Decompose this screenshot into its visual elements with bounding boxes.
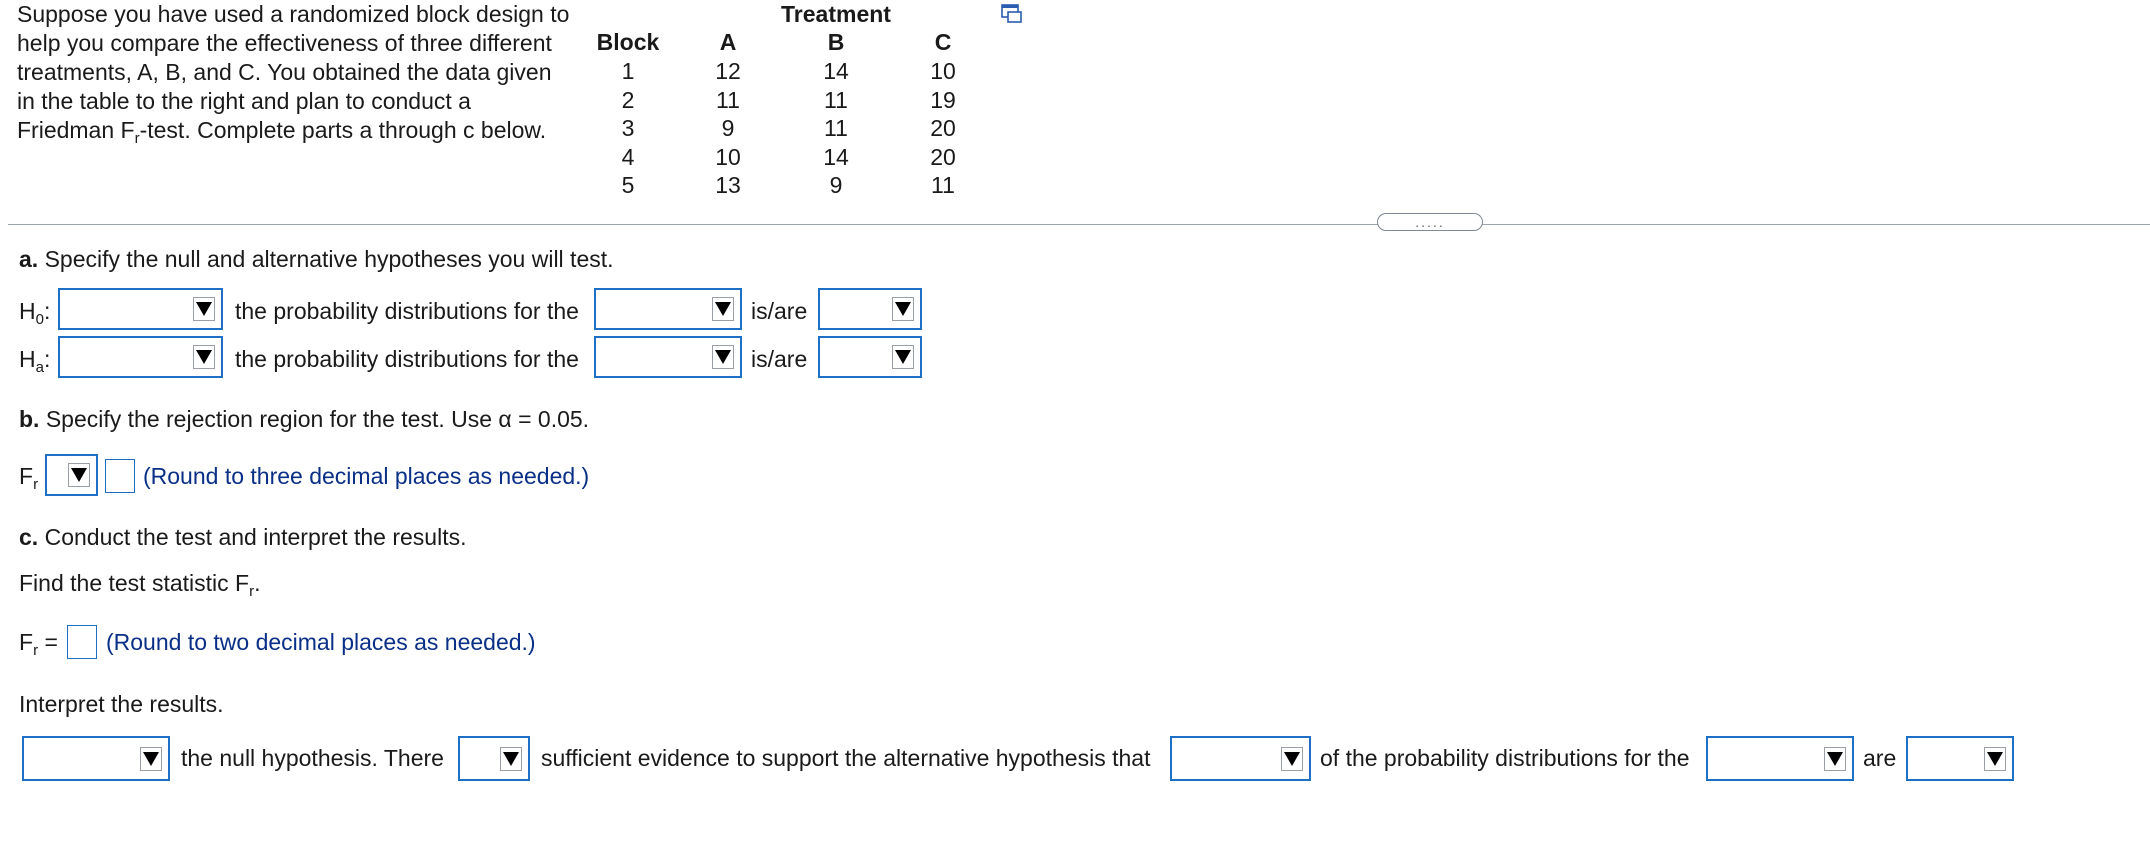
fr-equals-label: Fr =: [19, 628, 58, 659]
table-cell-c: 11: [931, 172, 955, 198]
part-a-label: a.: [19, 246, 39, 272]
part-c-label: c.: [19, 524, 39, 550]
part-b-fr-symbol: F: [19, 463, 34, 489]
triangle-down-icon: [1281, 746, 1303, 771]
table-cell-block: 4: [621, 144, 635, 170]
table-cell-a: 11: [716, 87, 740, 113]
ha-label: Ha:: [19, 345, 51, 376]
table-cell-c: 10: [930, 58, 956, 84]
table-cell-b: 14: [823, 58, 849, 84]
section-divider: [8, 224, 2150, 225]
table-cell-c: 20: [930, 144, 956, 170]
part-b-label: b.: [19, 406, 40, 432]
triangle-down-icon: [892, 297, 914, 321]
table-cell-block: 3: [621, 115, 635, 141]
conclusion-subject-dropdown[interactable]: [1706, 736, 1854, 781]
triangle-down-icon: [68, 463, 90, 487]
data-table: Treatment Block A B C 1 12 14 10 2 11 11…: [0, 0, 1000, 200]
h0-subject-dropdown[interactable]: [594, 288, 742, 330]
triangle-down-icon: [712, 297, 734, 321]
sentence-part-1: the null hypothesis. There: [181, 745, 444, 771]
h0-quantifier-dropdown[interactable]: [58, 288, 223, 330]
ha-subject-dropdown[interactable]: [594, 336, 742, 378]
triangle-down-icon: [1824, 746, 1846, 771]
conclusion-relation-dropdown[interactable]: [1906, 736, 2014, 781]
ha-subscript: a: [35, 359, 44, 376]
popout-window-icon[interactable]: [1000, 3, 1024, 25]
h0-subscript: 0: [35, 311, 44, 328]
part-a-prompt: a. Specify the null and alternative hypo…: [19, 245, 614, 274]
h0-relation-dropdown[interactable]: [818, 288, 922, 330]
part-b-fr-label: Fr: [19, 462, 39, 493]
part-b-rounding-hint: (Round to three decimal places as needed…: [143, 463, 590, 489]
evidence-dropdown[interactable]: [458, 736, 530, 781]
part-c-text: Conduct the test and interpret the resul…: [44, 524, 467, 550]
h0-label: H0:: [19, 297, 51, 328]
decision-dropdown[interactable]: [22, 736, 170, 781]
ha-isare: is/are: [751, 346, 808, 372]
interpret-label: Interpret the results.: [19, 691, 224, 717]
part-a-text: Specify the null and alternative hypothe…: [44, 246, 614, 272]
find-text: Find the test statistic F: [19, 570, 250, 596]
h0-colon: :: [43, 298, 51, 324]
triangle-down-icon: [1984, 746, 2006, 771]
table-cell-block: 2: [621, 87, 635, 113]
sentence-part-3: of the probability distributions for the: [1320, 745, 1690, 771]
part-b-fr-subscript: r: [33, 476, 39, 493]
triangle-down-icon: [892, 345, 914, 369]
table-cell-b: 9: [829, 172, 843, 198]
part-c-prompt: c. Conduct the test and interpret the re…: [19, 523, 466, 552]
sentence-part-4: are: [1863, 745, 1897, 771]
triangle-down-icon: [140, 746, 162, 771]
table-cell-a: 13: [715, 172, 741, 198]
divider-drag-handle[interactable]: .....: [1377, 213, 1483, 231]
block-column-header: Block: [596, 29, 660, 55]
table-cell-b: 14: [823, 144, 849, 170]
ha-phrase: the probability distributions for the: [235, 346, 579, 372]
fr-symbol: F: [19, 629, 34, 655]
h0-phrase: the probability distributions for the: [235, 298, 579, 324]
table-cell-b: 11: [824, 87, 848, 113]
table-cell-a: 10: [715, 144, 741, 170]
fr-subscript: r: [33, 642, 39, 659]
triangle-down-icon: [712, 345, 734, 369]
conclusion-quantifier-dropdown[interactable]: [1170, 736, 1311, 781]
ha-symbol: H: [19, 346, 36, 372]
table-cell-a: 9: [721, 115, 735, 141]
treatment-group-header: Treatment: [781, 1, 891, 27]
part-b-text: Specify the rejection region for the tes…: [45, 406, 590, 432]
find-test-statistic: Find the test statistic Fr.: [19, 569, 261, 599]
column-header-b: B: [827, 29, 845, 55]
h0-symbol: H: [19, 298, 36, 324]
table-cell-c: 19: [930, 87, 956, 113]
part-c-rounding-hint: (Round to two decimal places as needed.): [106, 629, 536, 655]
test-statistic-input[interactable]: [67, 625, 97, 659]
triangle-down-icon: [500, 746, 522, 771]
column-header-c: C: [934, 29, 952, 55]
table-cell-b: 11: [824, 115, 848, 141]
h0-isare: is/are: [751, 298, 808, 324]
ha-quantifier-dropdown[interactable]: [58, 336, 223, 378]
rejection-comparison-dropdown[interactable]: [45, 454, 98, 496]
column-header-a: A: [719, 29, 737, 55]
table-cell-a: 12: [715, 58, 741, 84]
table-cell-block: 1: [621, 58, 635, 84]
equals-sign: =: [44, 629, 58, 655]
ha-colon: :: [43, 346, 51, 372]
find-period: .: [254, 570, 261, 596]
critical-value-input[interactable]: [105, 459, 135, 493]
sentence-part-2: sufficient evidence to support the alter…: [541, 745, 1151, 771]
part-b-prompt: b. Specify the rejection region for the …: [19, 405, 589, 434]
triangle-down-icon: [193, 345, 215, 369]
table-cell-block: 5: [621, 172, 635, 198]
triangle-down-icon: [193, 297, 215, 321]
table-cell-c: 20: [930, 115, 956, 141]
ha-relation-dropdown[interactable]: [818, 336, 922, 378]
